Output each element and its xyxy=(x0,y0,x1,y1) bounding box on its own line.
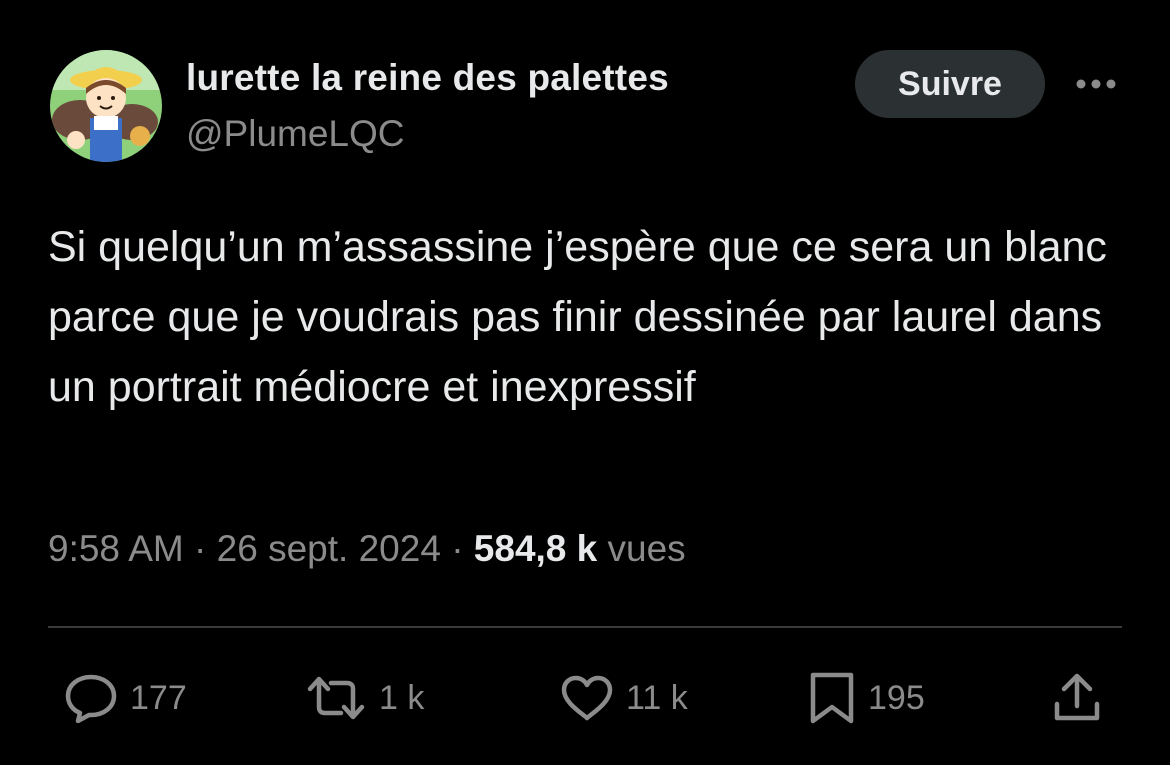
divider xyxy=(48,626,1122,628)
bookmark-button[interactable]: 195 xyxy=(808,668,925,728)
reply-button[interactable]: 177 xyxy=(64,668,187,728)
meta-separator: · xyxy=(194,528,207,569)
meta-separator: · xyxy=(451,528,464,569)
share-button[interactable] xyxy=(1052,668,1102,728)
tweet-date[interactable]: 26 sept. 2024 xyxy=(217,528,441,569)
author-display-name[interactable]: lurette la reine des palettes xyxy=(186,57,669,99)
author-avatar[interactable] xyxy=(50,50,162,162)
author-handle[interactable]: @PlumeLQC xyxy=(186,113,405,155)
retweet-button[interactable]: 1 k xyxy=(305,668,424,728)
heart-icon xyxy=(560,674,614,722)
views-label: vues xyxy=(607,528,686,569)
more-options-button[interactable] xyxy=(1072,64,1120,104)
tweet-meta: 9:58 AM · 26 sept. 2024 · 584,8 k vues xyxy=(48,528,686,570)
more-horizontal-icon xyxy=(1076,79,1116,89)
retweet-icon xyxy=(305,675,367,721)
reply-icon xyxy=(64,673,118,723)
avatar-cartoon-girl-icon xyxy=(50,50,162,162)
tweet-time[interactable]: 9:58 AM xyxy=(48,528,184,569)
like-count: 11 k xyxy=(626,678,688,717)
tweet-text: Si quelqu’un m’assassine j’espère que ce… xyxy=(48,223,1107,411)
views-count[interactable]: 584,8 k xyxy=(474,528,597,569)
retweet-count: 1 k xyxy=(379,678,425,717)
share-icon xyxy=(1052,672,1102,724)
bookmark-count: 195 xyxy=(868,678,925,717)
like-button[interactable]: 11 k xyxy=(560,668,688,728)
reply-count: 177 xyxy=(130,678,187,717)
follow-button[interactable]: Suivre xyxy=(855,50,1045,118)
bookmark-icon xyxy=(808,671,856,725)
